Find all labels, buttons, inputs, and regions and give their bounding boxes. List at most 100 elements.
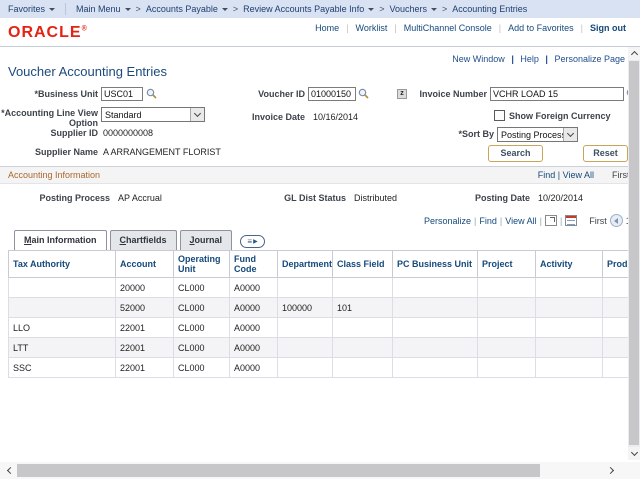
trademark-symbol: ®	[82, 26, 87, 33]
multichannel-console-link[interactable]: MultiChannel Console	[404, 23, 492, 33]
table-row: SSC22001CL000A0000	[9, 358, 629, 378]
previous-page-icon[interactable]	[610, 214, 623, 227]
personalize-page-link[interactable]: Personalize Page	[554, 54, 625, 64]
link-separator: |	[581, 23, 583, 33]
grid-column-header[interactable]: Tax Authority	[9, 251, 116, 278]
grid-cell	[333, 338, 393, 358]
breadcrumb-item-favorites[interactable]: Favorites	[6, 4, 57, 14]
breadcrumb-separator: >	[379, 4, 384, 14]
search-button[interactable]: Search	[488, 145, 543, 162]
grid-cell: 101	[333, 298, 393, 318]
vertical-scrollbar-thumb[interactable]	[629, 61, 639, 445]
grid-column-header[interactable]: Account	[116, 251, 174, 278]
accounting-entries-grid: Tax AuthorityAccountOperating UnitFund C…	[8, 250, 628, 379]
grid-column-header[interactable]: PC Business Unit	[393, 251, 478, 278]
grid-cell	[536, 278, 603, 298]
business-unit-input[interactable]	[101, 87, 143, 101]
sort-by-select[interactable]: Posting Process	[497, 127, 578, 142]
grid-column-header[interactable]: Department	[278, 251, 333, 278]
vertical-scrollbar[interactable]	[628, 47, 640, 460]
invoice-date-label: Invoice Date	[210, 112, 305, 122]
accounting-line-view-option-select[interactable]: Standard	[101, 107, 205, 122]
grid-view-all-link[interactable]: View All	[505, 216, 536, 226]
page-links: New Window | Help | Personalize Page	[452, 54, 625, 64]
breadcrumb-item-accounting-entries[interactable]: Accounting Entries	[450, 4, 529, 14]
grid-popout-icon[interactable]	[545, 215, 557, 226]
link-separator: |	[346, 23, 348, 33]
grid-cell: CL000	[174, 298, 230, 318]
breadcrumb-separator: >	[136, 4, 141, 14]
breadcrumb-item-vouchers[interactable]: Vouchers	[387, 4, 439, 14]
breadcrumb-item-main-menu[interactable]: Main Menu	[74, 4, 133, 14]
horizontal-scrollbar-thumb[interactable]	[17, 464, 540, 477]
grid-column-header[interactable]: Operating Unit	[174, 251, 230, 278]
business-unit-lookup-icon[interactable]	[146, 88, 157, 99]
grid-cell	[278, 338, 333, 358]
home-link[interactable]: Home	[315, 23, 339, 33]
section-view-all-link[interactable]: View All	[563, 170, 594, 180]
horizontal-scrollbar[interactable]	[0, 462, 640, 479]
link-separator: |	[540, 216, 542, 226]
grid-cell	[393, 318, 478, 338]
table-row: 52000CL000A0000100000101	[9, 298, 629, 318]
tab-journal[interactable]: Journal	[180, 230, 233, 250]
grid-cell	[393, 338, 478, 358]
tab-main-information[interactable]: Main Information	[14, 230, 107, 250]
supplier-id-value: 0000000008	[103, 128, 153, 138]
link-separator: |	[500, 216, 502, 226]
add-to-favorites-link[interactable]: Add to Favorites	[508, 23, 574, 33]
personalize-link[interactable]: Personalize	[424, 216, 471, 226]
grid-column-header[interactable]: Class Field	[333, 251, 393, 278]
breadcrumb-item-review-ap-info[interactable]: Review Accounts Payable Info	[241, 4, 376, 14]
posting-process-value: AP Accrual	[118, 193, 162, 203]
scroll-left-arrow[interactable]	[2, 462, 16, 479]
invoice-date-value: 10/16/2014	[313, 112, 358, 122]
grid-cell	[536, 338, 603, 358]
grid-find-link[interactable]: Find	[479, 216, 497, 226]
dropdown-arrow-icon	[222, 8, 228, 11]
new-window-link[interactable]: New Window	[452, 54, 505, 64]
grid-cell: 22001	[116, 338, 174, 358]
dropdown-arrow-icon	[125, 8, 131, 11]
breadcrumb-item-accounts-payable[interactable]: Accounts Payable	[144, 4, 230, 14]
grid-column-header[interactable]: Fund Code	[230, 251, 278, 278]
download-to-excel-icon[interactable]	[565, 215, 577, 226]
invoice-number-input[interactable]	[490, 87, 624, 101]
scroll-up-arrow[interactable]	[628, 47, 640, 60]
grid-column-header[interactable]: Activity	[536, 251, 603, 278]
grid-column-header[interactable]: Project	[478, 251, 536, 278]
gl-dist-status-value: Distributed	[354, 193, 397, 203]
grid-column-header[interactable]: Product	[603, 251, 629, 278]
grid-cell	[278, 318, 333, 338]
posting-date-value: 10/20/2014	[538, 193, 583, 203]
help-link[interactable]: Help	[520, 54, 539, 64]
show-all-columns-icon[interactable]: ≡▶	[240, 235, 265, 248]
grid-cell: 22001	[116, 358, 174, 378]
sign-out-link[interactable]: Sign out	[590, 23, 626, 33]
grid-cell	[278, 278, 333, 298]
voucher-id-label: Voucher ID	[205, 89, 305, 99]
scroll-right-arrow[interactable]	[604, 462, 618, 479]
grid-cell	[9, 298, 116, 318]
grid-cell	[478, 358, 536, 378]
worklist-link[interactable]: Worklist	[356, 23, 388, 33]
utility-bar: Home | Worklist | MultiChannel Console |…	[0, 18, 640, 47]
grid-cell	[333, 278, 393, 298]
oracle-logo: ORACLE®	[8, 24, 87, 42]
scroll-down-arrow[interactable]	[628, 447, 640, 460]
voucher-id-input[interactable]	[308, 87, 356, 101]
reset-button[interactable]: Reset	[583, 145, 628, 162]
voucher-id-lookup-icon[interactable]	[358, 88, 369, 99]
grid-cell: 52000	[116, 298, 174, 318]
main-content: New Window | Help | Personalize Page Vou…	[0, 47, 628, 462]
grid-cell	[478, 318, 536, 338]
grid-cell	[393, 298, 478, 318]
tab-chartfields[interactable]: Chartfields	[110, 230, 177, 250]
grid-cell: A0000	[230, 278, 278, 298]
breadcrumb: Favorites Main Menu > Accounts Payable >…	[0, 0, 640, 18]
page-title: Voucher Accounting Entries	[8, 64, 167, 79]
show-foreign-currency-checkbox[interactable]	[494, 110, 505, 121]
section-find-link[interactable]: Find	[538, 170, 556, 180]
sort-by-label: *Sort By	[420, 129, 494, 139]
chevron-down-icon	[563, 128, 577, 141]
